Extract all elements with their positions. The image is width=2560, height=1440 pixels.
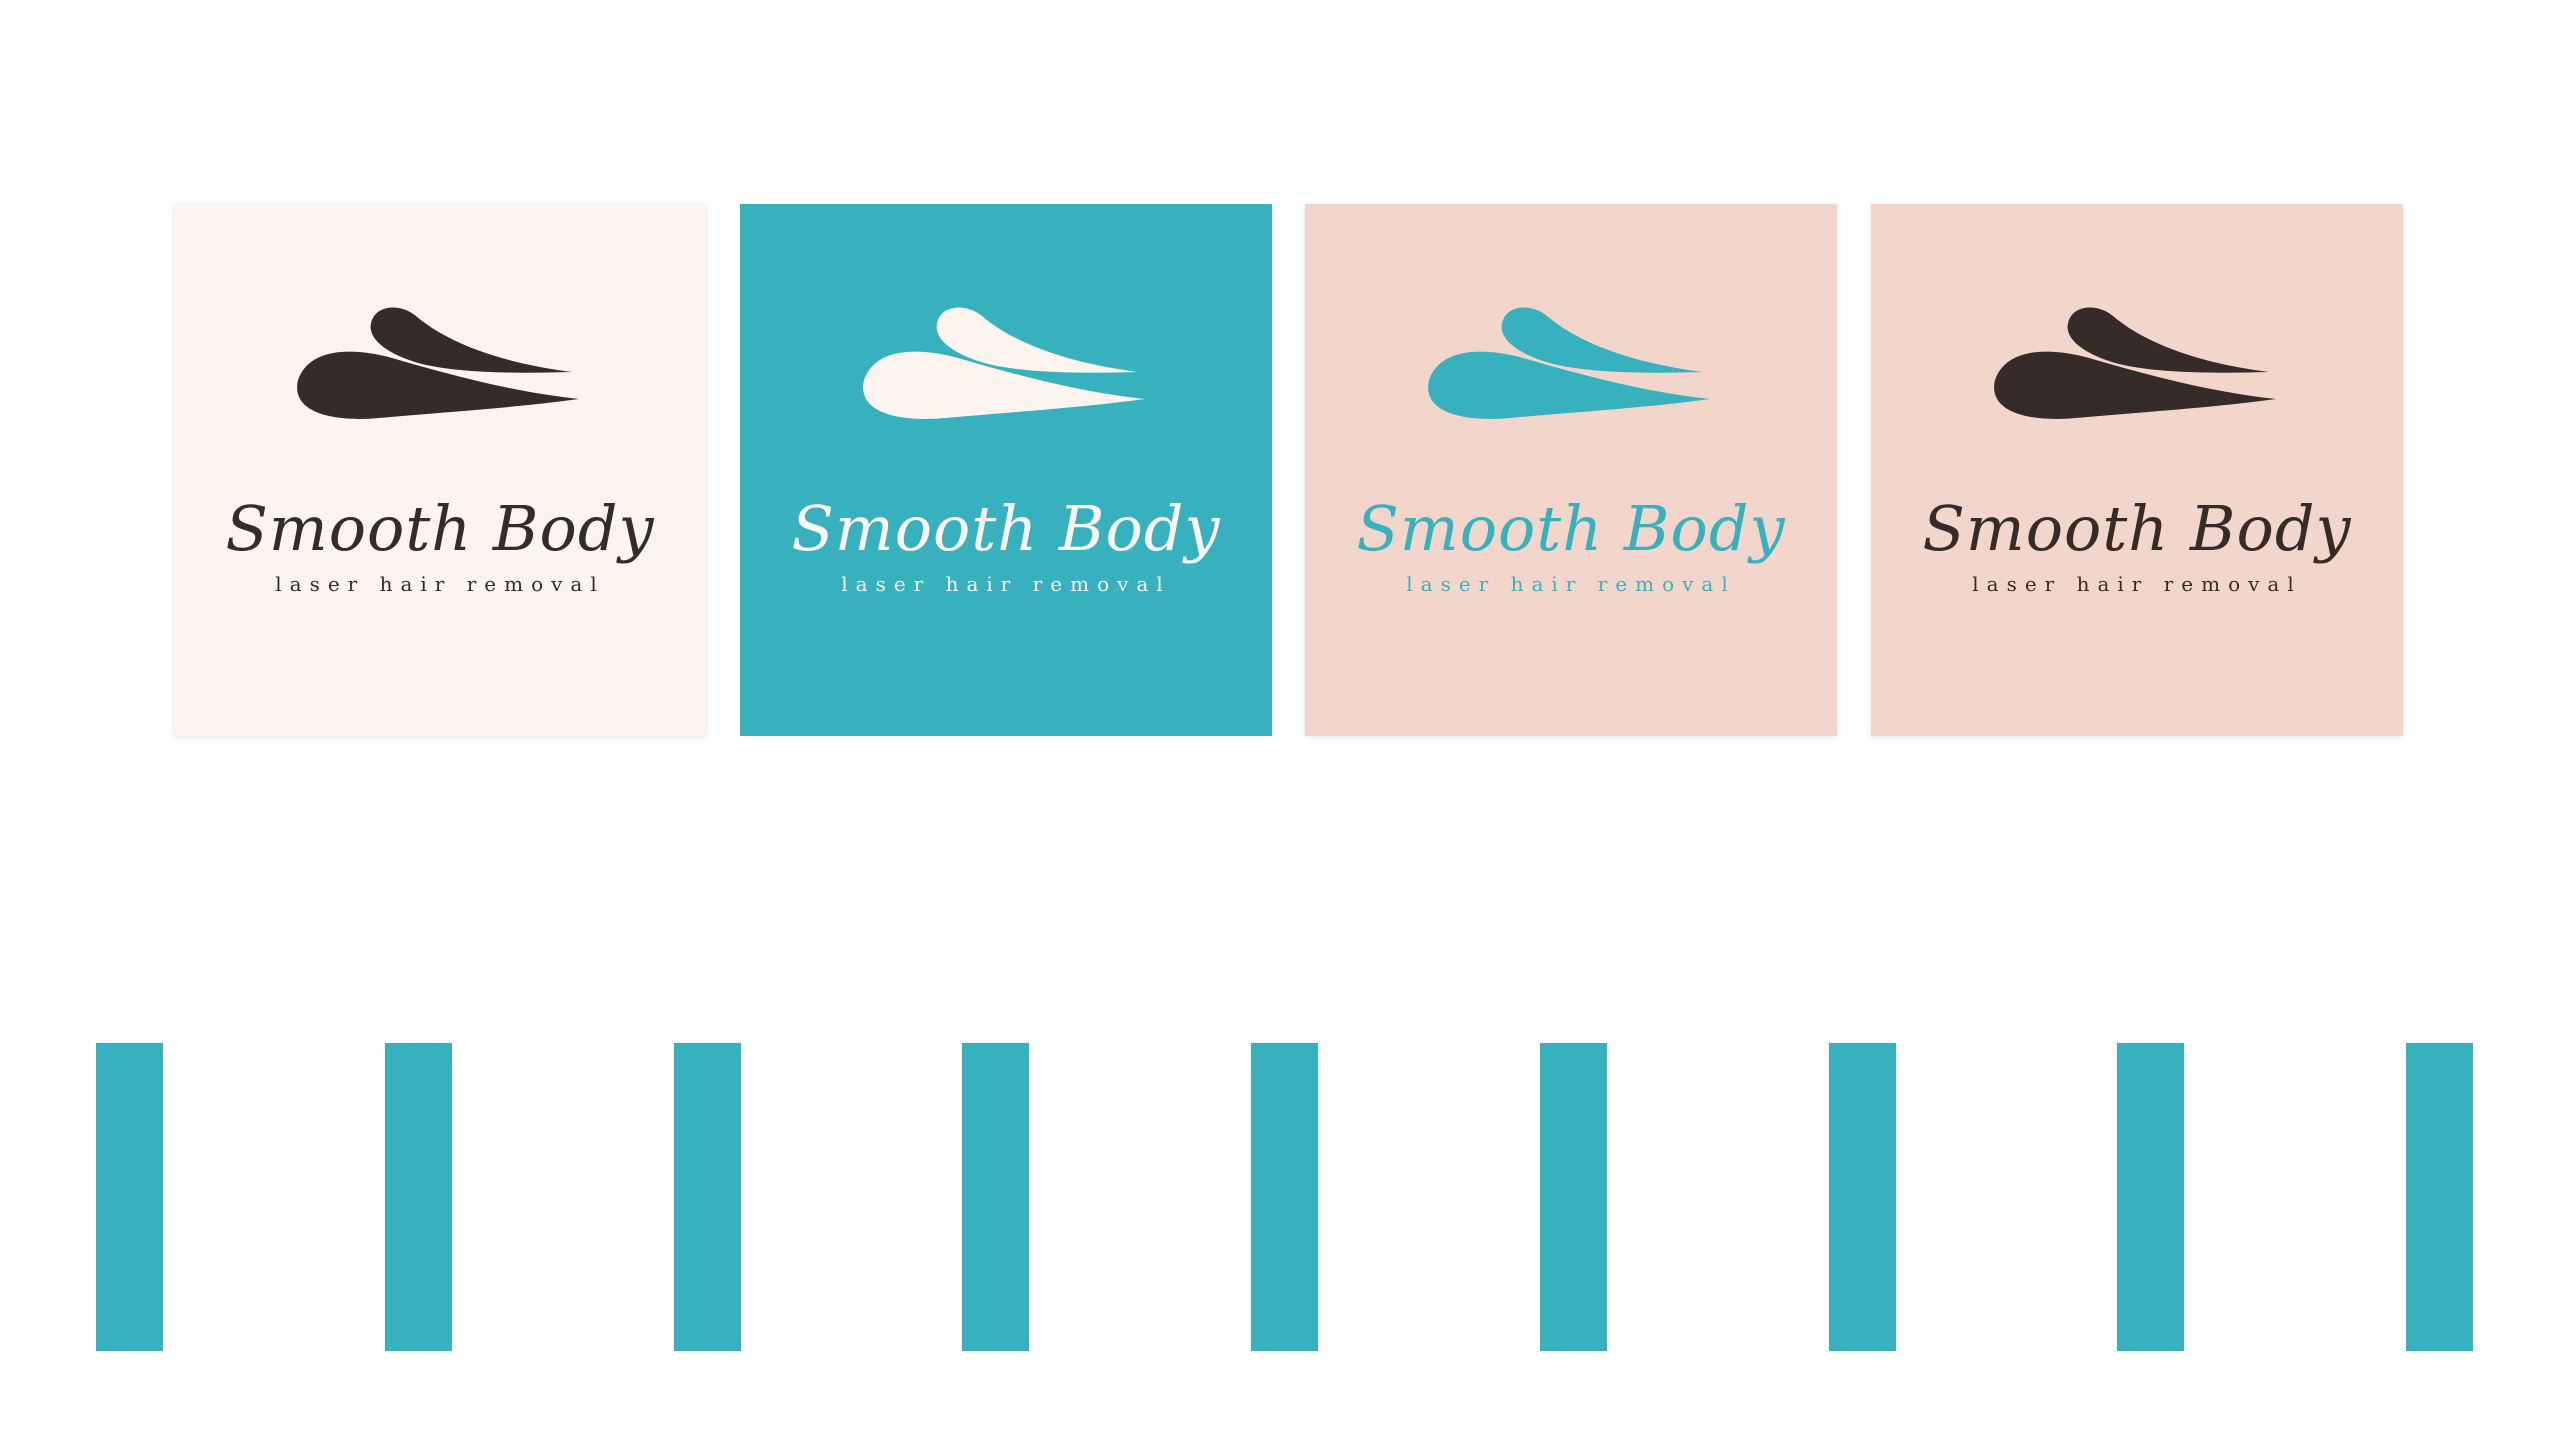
stripe — [2117, 1043, 2184, 1351]
brand-name: Smooth Body — [1356, 492, 1786, 565]
logo-card-blush-dark: Smooth Body laser hair removal — [1871, 204, 2403, 736]
brush-stroke-logo-icon — [1428, 307, 1710, 419]
brand-name: Smooth Body — [791, 492, 1221, 565]
brush-stroke-logo-icon — [863, 307, 1145, 419]
stripe — [2406, 1043, 2473, 1351]
brand-name: Smooth Body — [1922, 492, 2352, 565]
brand-tagline: laser hair removal — [275, 572, 605, 596]
logo-card-teal-cream: Smooth Body laser hair removal — [740, 204, 1272, 736]
stripe — [1829, 1043, 1896, 1351]
stripe — [962, 1043, 1029, 1351]
stripe — [674, 1043, 741, 1351]
stripe — [1540, 1043, 1607, 1351]
logo-card-cream-dark: Smooth Body laser hair removal — [174, 204, 706, 736]
stripe — [96, 1043, 163, 1351]
logo-card-blush-teal: Smooth Body laser hair removal — [1305, 204, 1837, 736]
stripe — [1251, 1043, 1318, 1351]
brand-tagline: laser hair removal — [1406, 572, 1736, 596]
brush-stroke-logo-icon — [1994, 307, 2276, 419]
brand-tagline: laser hair removal — [841, 572, 1171, 596]
brush-stroke-logo-icon — [297, 307, 579, 419]
stripe — [385, 1043, 452, 1351]
brand-name: Smooth Body — [225, 492, 655, 565]
brand-tagline: laser hair removal — [1972, 572, 2302, 596]
